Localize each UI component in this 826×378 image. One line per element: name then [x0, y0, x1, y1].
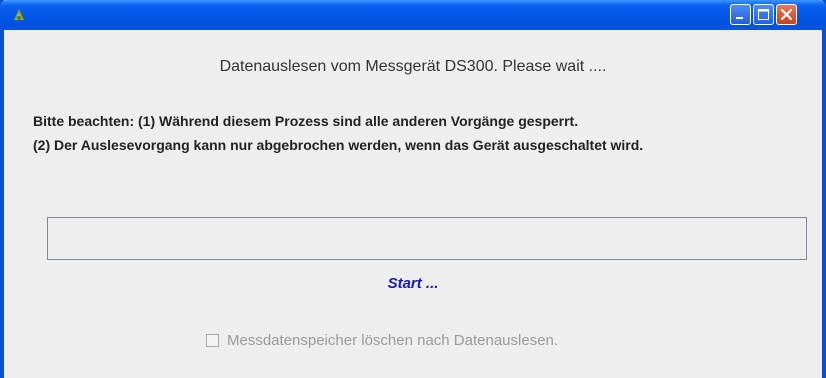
notice-line-1: Bitte beachten: (1) Während diesem Proze… [33, 113, 579, 129]
minimize-icon [736, 17, 743, 19]
maximize-button[interactable] [753, 4, 774, 25]
status-label: Start ... [387, 275, 439, 292]
dialog-window: Datenauslesen vom Messgerät DS300. Pleas… [0, 0, 826, 378]
clear-memory-checkbox[interactable] [206, 333, 219, 347]
clear-memory-option[interactable]: Messdatenspeicher löschen nach Datenausl… [206, 330, 558, 350]
close-button[interactable] [776, 4, 797, 25]
clear-memory-label: Messdatenspeicher löschen nach Datenausl… [227, 331, 559, 349]
notice-line-2: (2) Der Auslesevorgang kann nur abgebroc… [33, 137, 644, 153]
minimize-button[interactable] [730, 4, 751, 25]
dialog-content [4, 30, 822, 378]
java-app-icon [11, 7, 27, 23]
maximize-icon [758, 9, 769, 20]
title-bar[interactable] [0, 0, 826, 30]
progress-bar [47, 217, 807, 260]
close-icon [780, 8, 793, 21]
wait-message: Datenauslesen vom Messgerät DS300. Pleas… [219, 58, 607, 75]
